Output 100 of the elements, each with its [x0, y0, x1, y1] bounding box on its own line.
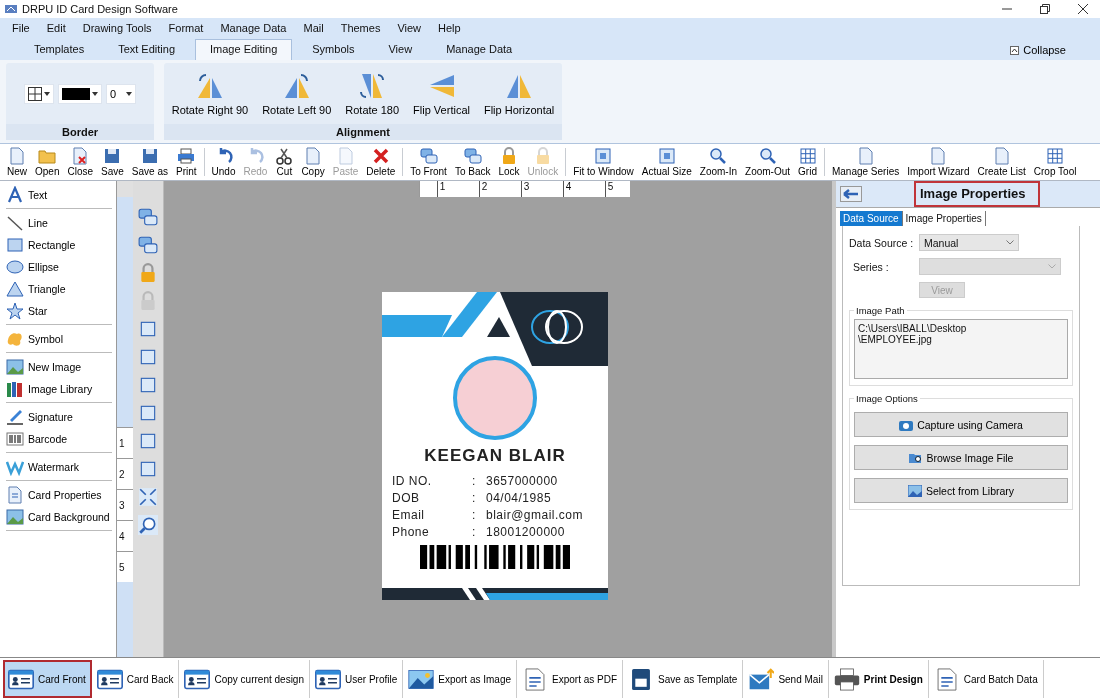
menu-item[interactable]: View — [397, 22, 422, 34]
bottom-bar-button[interactable]: Card Front — [3, 660, 92, 698]
tool-list-item[interactable]: Barcode — [6, 428, 116, 450]
field-label: Series : — [852, 260, 890, 273]
toolbar-button[interactable]: Print — [172, 147, 201, 177]
menu-item[interactable]: Drawing Tools — [82, 22, 152, 34]
bottom-bar-button[interactable]: Export as Image — [403, 660, 518, 698]
tool-list-item[interactable]: Signature — [6, 406, 116, 428]
bottom-bar-button[interactable]: Copy current design — [179, 660, 310, 698]
ribbon-tab[interactable]: Text Editing — [104, 40, 189, 60]
toolbar-button[interactable]: Actual Size — [637, 147, 696, 177]
toolbar-button[interactable]: Fit to Window — [569, 147, 638, 177]
toolbar-button[interactable]: To Back — [450, 147, 495, 177]
menu-item[interactable]: Mail — [303, 22, 324, 34]
triangle-icon — [6, 280, 24, 298]
toolbar-button[interactable]: Copy — [297, 147, 329, 177]
toolbar-button[interactable]: Crop Tool — [1029, 147, 1081, 177]
frame-icon[interactable] — [138, 319, 158, 339]
bottom-bar-button[interactable]: Send Mail — [743, 660, 829, 698]
menu-item[interactable]: Edit — [46, 22, 66, 34]
toolbar-button[interactable]: Save — [97, 147, 128, 177]
ribbon-tab[interactable]: View — [374, 40, 427, 60]
option-button[interactable]: Capture using Camera — [854, 412, 1068, 437]
color-swatch — [62, 87, 90, 100]
data-source-dropdown[interactable]: Manual — [919, 234, 1019, 251]
document-icon — [71, 147, 90, 165]
tool-list-item[interactable]: Symbol — [6, 328, 116, 350]
frame-icon[interactable] — [138, 459, 158, 479]
toolbar-button[interactable]: Lock — [494, 147, 524, 177]
image-path-field[interactable]: C:\Users\IBALL\Desktop \EMPLOYEE.jpg — [854, 319, 1068, 379]
toolbar-button[interactable]: Open — [31, 147, 64, 177]
panel-tab[interactable]: Image Properties — [902, 211, 986, 226]
tool-list-item[interactable]: Rectangle — [6, 234, 116, 256]
toolbar-button[interactable]: Manage Series — [827, 147, 904, 177]
bottom-bar-button[interactable]: Save as Template — [623, 660, 744, 698]
ribbon-tab[interactable]: Symbols — [298, 40, 369, 60]
bottom-bar-button[interactable]: Card Batch Data — [928, 660, 1044, 698]
toolbar-button[interactable]: Cut — [271, 147, 298, 177]
tool-list-item[interactable]: Image Library — [6, 378, 116, 400]
border-style-dropdown[interactable] — [24, 83, 54, 104]
bottom-bar-button[interactable]: Print Design — [828, 660, 929, 698]
menu-item[interactable]: Format — [168, 22, 204, 34]
toolbar-button[interactable]: Close — [63, 147, 98, 177]
ribbon-button[interactable]: Rotate Left 90 — [257, 71, 337, 116]
tool-list-item[interactable]: Ellipse — [6, 256, 116, 278]
tool-list-item[interactable]: Card Background — [6, 506, 116, 528]
toolbar-button[interactable]: Undo — [207, 147, 240, 177]
collapse-button[interactable]: Collapse — [1004, 43, 1072, 57]
menu-item[interactable]: File — [12, 22, 30, 34]
frame-icon[interactable] — [138, 375, 158, 395]
option-button[interactable]: Select from Library — [854, 478, 1068, 503]
field-value: 04/04/1985 — [486, 491, 553, 505]
border-width-dropdown[interactable]: 0 — [106, 83, 136, 104]
ribbon-button[interactable]: Rotate 180 — [340, 71, 405, 116]
frame-icon[interactable] — [138, 403, 158, 423]
option-button[interactable]: Browse Image File — [854, 445, 1068, 470]
layers-icon[interactable] — [138, 235, 158, 255]
toolbar-button[interactable]: To Front — [406, 147, 451, 177]
border-color-dropdown[interactable] — [58, 83, 102, 104]
ribbon-tab[interactable]: Templates — [20, 40, 99, 60]
bottom-bar-button[interactable]: Card Back — [91, 660, 180, 698]
toolbar-button[interactable]: Save as — [127, 147, 172, 177]
back-button[interactable] — [840, 186, 862, 202]
ribbon-button[interactable]: Flip Vertical — [408, 71, 475, 116]
toolbar-button[interactable]: New — [3, 147, 31, 177]
tool-list-item[interactable]: Line — [6, 212, 116, 234]
layers-icon[interactable] — [138, 207, 158, 227]
ruler-number: 3 — [520, 181, 530, 197]
field-colon: : — [472, 491, 477, 505]
folder-magnifier-icon — [908, 451, 923, 464]
tool-list-item[interactable]: Text — [6, 184, 116, 206]
tool-list-item[interactable]: Triangle — [6, 278, 116, 300]
menu-item[interactable]: Themes — [340, 22, 381, 34]
toolbar-button[interactable]: Delete — [362, 147, 400, 177]
toolbar-button[interactable]: Create List — [973, 147, 1030, 177]
bottom-bar-button[interactable]: User Profile — [310, 660, 404, 698]
tool-list-item[interactable]: Card Properties — [6, 484, 116, 506]
padlock-icon[interactable] — [138, 263, 158, 283]
toolbar-button[interactable]: Import Wizard — [903, 147, 974, 177]
field-label: DOB — [392, 491, 421, 505]
ribbon-tab[interactable]: Manage Data — [432, 40, 527, 60]
tool-list-item[interactable]: Star — [6, 300, 116, 322]
ribbon-button[interactable]: Flip Horizontal — [478, 71, 560, 116]
menu-item[interactable]: Manage Data — [220, 22, 287, 34]
restore-icon[interactable] — [1040, 4, 1050, 14]
toolbar-button[interactable]: Zoom-Out — [741, 147, 795, 177]
panel-tab[interactable]: Data Source — [840, 211, 903, 226]
tool-list-item[interactable]: Watermark — [6, 456, 116, 478]
menu-item[interactable]: Help — [438, 22, 461, 34]
toolbar-button[interactable]: Zoom-In — [695, 147, 742, 177]
magnifier-icon[interactable] — [138, 515, 158, 535]
tool-list-item[interactable]: New Image — [6, 356, 116, 378]
frame-icon[interactable] — [138, 347, 158, 367]
bottom-bar-button[interactable]: Export as PDF — [517, 660, 624, 698]
ribbon-button[interactable]: Rotate Right 90 — [166, 71, 254, 116]
frame-icon[interactable] — [138, 431, 158, 451]
toolbar-button[interactable]: Grid — [794, 147, 821, 177]
close-icon[interactable] — [1078, 4, 1088, 14]
ribbon-tab[interactable]: Image Editing — [195, 39, 293, 60]
scissors-icon — [275, 147, 294, 165]
